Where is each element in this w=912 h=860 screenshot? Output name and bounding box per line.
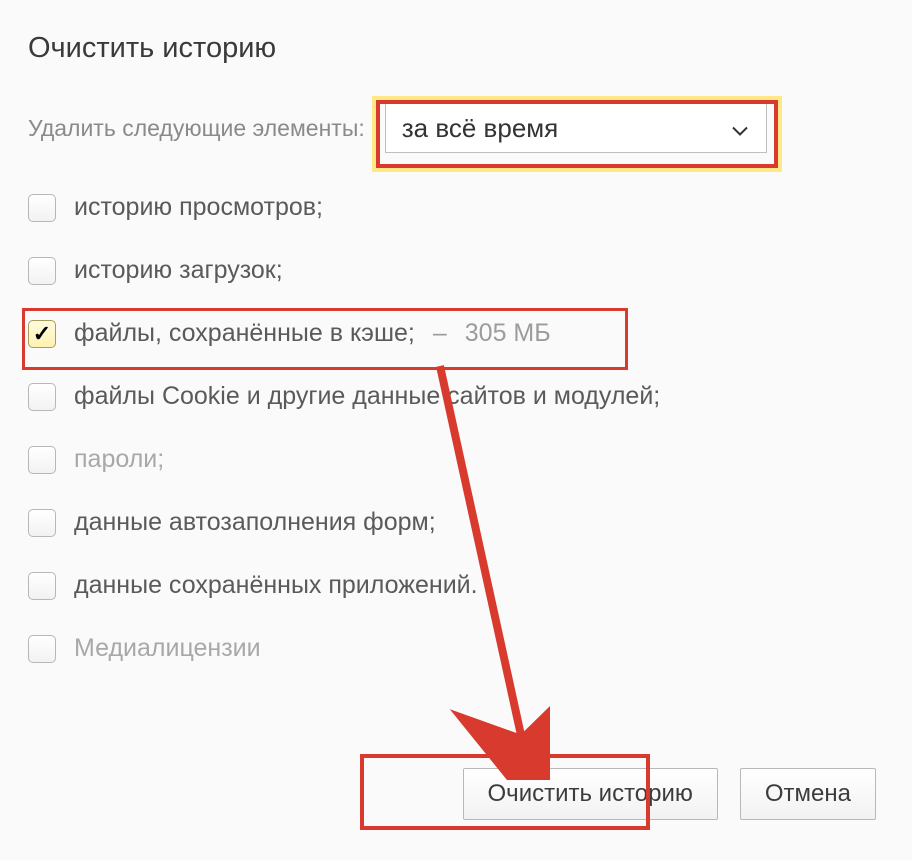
option-label: данные сохранённых приложений. — [74, 571, 478, 600]
checkbox-passwords[interactable] — [28, 446, 56, 474]
time-range-select[interactable]: за всё время — [385, 103, 767, 153]
checkmark-icon: ✓ — [33, 323, 51, 345]
option-label: файлы Cookie и другие данные сайтов и мо… — [74, 382, 660, 411]
option-label: Медиалицензии — [74, 634, 261, 663]
checkbox-browsing[interactable] — [28, 194, 56, 222]
option-label: данные автозаполнения форм; — [74, 508, 436, 537]
option-media-licenses[interactable]: Медиалицензии — [28, 634, 884, 663]
clear-history-dialog: Очистить историю Удалить следующие элеме… — [0, 0, 912, 860]
option-extra-size: 305 МБ — [465, 319, 551, 348]
cancel-button[interactable]: Отмена — [740, 768, 876, 820]
checkbox-autofill[interactable] — [28, 509, 56, 537]
checkbox-cookies[interactable] — [28, 383, 56, 411]
option-label: историю загрузок; — [74, 256, 283, 285]
dialog-buttons: Очистить историю Отмена — [463, 768, 876, 820]
checkbox-downloads[interactable] — [28, 257, 56, 285]
checkbox-apps[interactable] — [28, 572, 56, 600]
chevron-down-icon — [732, 113, 748, 144]
checkbox-cache[interactable]: ✓ — [28, 320, 56, 348]
option-download-history[interactable]: историю загрузок; — [28, 256, 884, 285]
options-list: историю просмотров; историю загрузок; ✓ … — [28, 193, 884, 663]
option-extra-dash: – — [433, 319, 447, 348]
option-browsing-history[interactable]: историю просмотров; — [28, 193, 884, 222]
option-autofill[interactable]: данные автозаполнения форм; — [28, 508, 884, 537]
checkbox-media[interactable] — [28, 635, 56, 663]
clear-history-button[interactable]: Очистить историю — [463, 768, 718, 820]
dialog-title: Очистить историю — [28, 32, 884, 65]
option-label: пароли; — [74, 445, 164, 474]
option-saved-apps[interactable]: данные сохранённых приложений. — [28, 571, 884, 600]
option-cached-files[interactable]: ✓ файлы, сохранённые в кэше; – 305 МБ — [28, 319, 884, 348]
option-cookies[interactable]: файлы Cookie и другие данные сайтов и мо… — [28, 382, 884, 411]
time-range-label: Удалить следующие элементы: — [28, 115, 365, 142]
option-passwords[interactable]: пароли; — [28, 445, 884, 474]
option-label: файлы, сохранённые в кэше; — [74, 319, 415, 348]
time-range-value: за всё время — [402, 113, 559, 144]
time-range-row: Удалить следующие элементы: за всё время — [28, 103, 884, 153]
option-label: историю просмотров; — [74, 193, 323, 222]
